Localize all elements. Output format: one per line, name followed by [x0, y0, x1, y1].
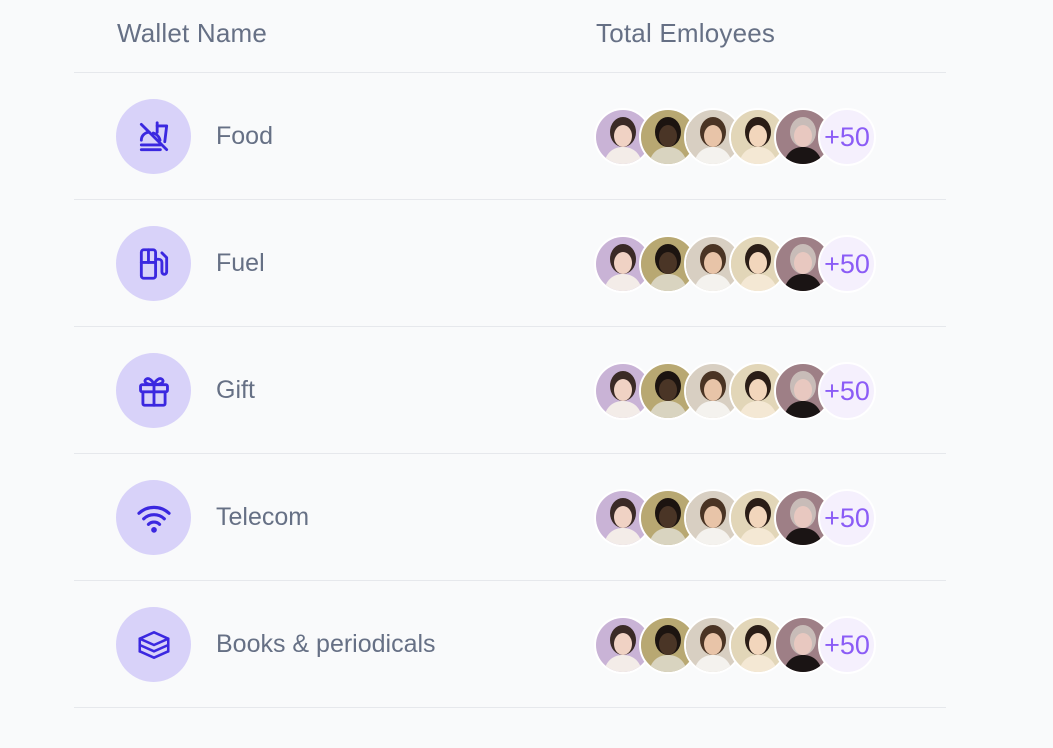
more-employees-badge[interactable]: +50	[818, 616, 876, 674]
column-header-wallet-name: Wallet Name	[117, 18, 268, 48]
fuel-pump-icon	[116, 226, 191, 301]
table-row[interactable]: Gift +50	[74, 327, 946, 454]
wallet-name: Books & periodicals	[216, 630, 436, 658]
wallet-name: Food	[216, 122, 273, 150]
more-employees-badge[interactable]: +50	[818, 108, 876, 166]
more-employees-badge[interactable]: +50	[818, 362, 876, 420]
table-body: Food +50 Fuel +50 Gift +50 Telecom +50 Books & p…	[74, 73, 946, 708]
gift-icon	[116, 353, 191, 428]
table-row[interactable]: Food +50	[74, 73, 946, 200]
wallets-table: Wallet Name Total Emloyees Food +50 Fuel +5…	[74, 0, 946, 708]
table-header: Wallet Name Total Emloyees	[74, 0, 946, 73]
wallet-name: Gift	[216, 376, 255, 404]
table-row[interactable]: Fuel +50	[74, 200, 946, 327]
wifi-icon	[116, 480, 191, 555]
layers-icon	[116, 607, 191, 682]
more-employees-badge[interactable]: +50	[818, 235, 876, 293]
wallet-name: Fuel	[216, 249, 265, 277]
table-row[interactable]: Telecom +50	[74, 454, 946, 581]
no-food-icon	[116, 99, 191, 174]
wallet-name: Telecom	[216, 503, 310, 531]
more-employees-badge[interactable]: +50	[818, 489, 876, 547]
column-header-total-employees: Total Emloyees	[596, 18, 776, 48]
table-row[interactable]: Books & periodicals +50	[74, 581, 946, 708]
